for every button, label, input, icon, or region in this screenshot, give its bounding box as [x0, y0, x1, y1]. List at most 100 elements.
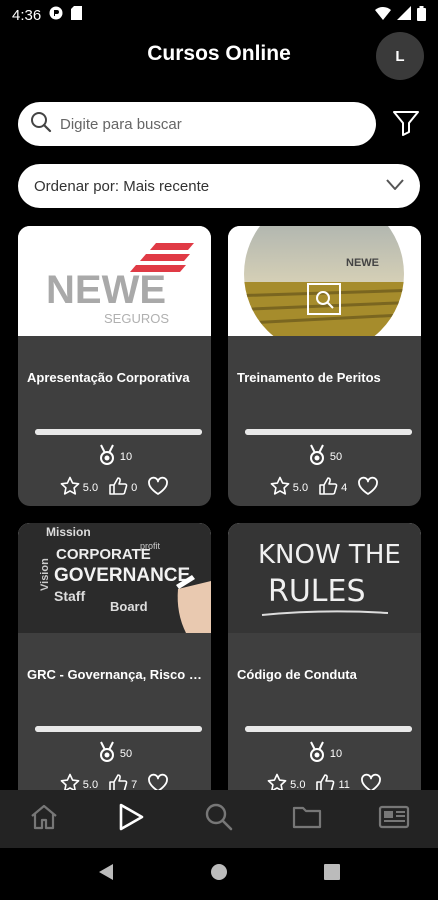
- app-header: Cursos Online L: [0, 30, 438, 82]
- star-icon: [270, 476, 290, 499]
- rating[interactable]: 5.0: [60, 476, 98, 499]
- filter-button[interactable]: [390, 108, 422, 140]
- chalk-word: KNOW THE: [258, 540, 401, 570]
- course-thumbnail-field-photo: NEWE: [228, 226, 421, 336]
- course-thumbnail-newe-logo: NEWE SEGUROS: [18, 226, 211, 336]
- search-box[interactable]: [18, 102, 376, 146]
- play-icon: [117, 802, 145, 837]
- likes-count: 0: [131, 481, 138, 494]
- rating-value: 5.0: [290, 778, 306, 791]
- search-icon: [30, 111, 52, 138]
- heart-icon: [357, 476, 379, 499]
- course-title: Apresentação Corporativa: [27, 370, 190, 385]
- nav-search[interactable]: [194, 794, 244, 844]
- heart-icon: [147, 476, 169, 499]
- course-points: 10: [228, 741, 421, 766]
- wifi-icon: [375, 6, 391, 24]
- nav-home[interactable]: [19, 794, 69, 844]
- filter-icon: [392, 108, 420, 141]
- points-value: 50: [119, 747, 133, 760]
- chalk-word: Staff: [54, 588, 85, 604]
- likes-count: 11: [338, 778, 350, 791]
- points-value: 10: [119, 450, 133, 463]
- nav-courses[interactable]: [106, 794, 156, 844]
- favorite-button[interactable]: [357, 476, 379, 499]
- star-icon: [60, 476, 80, 499]
- battery-icon: [417, 5, 426, 25]
- chalk-word: Board: [110, 599, 148, 614]
- course-card[interactable]: NEWE SEGUROS Apresentação Corporativa 10…: [18, 226, 211, 506]
- sort-select[interactable]: Ordenar por: Mais recente: [18, 164, 420, 208]
- course-progress-bar: [35, 429, 202, 435]
- points-value: 50: [329, 450, 343, 463]
- medal-icon: [307, 741, 327, 766]
- thumbs-up-icon: [318, 476, 338, 499]
- likes-count: 7: [131, 778, 138, 791]
- course-stats: 5.0 4: [228, 476, 421, 499]
- rating-value: 5.0: [82, 481, 99, 494]
- course-points: 50: [18, 741, 211, 766]
- points-value: 10: [329, 747, 343, 760]
- search-row: [18, 102, 422, 146]
- course-progress-bar: [245, 429, 412, 435]
- recents-icon[interactable]: [324, 863, 340, 885]
- favorite-button[interactable]: [147, 476, 169, 499]
- course-points: 10: [18, 444, 211, 469]
- page-title: Cursos Online: [147, 42, 291, 65]
- course-title: GRC - Governança, Risco e Compliance: [27, 667, 205, 682]
- course-thumbnail-governance-chalkboard: Mission CORPORATE GOVERNANCE Staff Board…: [18, 523, 211, 633]
- chalk-word: Mission: [46, 525, 91, 539]
- folder-icon: [292, 804, 322, 835]
- signal-icon: [397, 6, 411, 24]
- home-icon: [29, 803, 59, 836]
- like-button[interactable]: 0: [108, 476, 137, 499]
- course-points: 50: [228, 444, 421, 469]
- nav-library[interactable]: [282, 794, 332, 844]
- app-notification-icon: [49, 6, 63, 24]
- bottom-nav: [0, 790, 438, 848]
- progress-fill: [245, 726, 412, 732]
- search-input[interactable]: [60, 115, 340, 133]
- medal-icon: [97, 444, 117, 469]
- system-nav-bar: [0, 848, 438, 900]
- course-title: Treinamento de Peritos: [237, 370, 381, 385]
- sd-card-icon: [71, 6, 83, 24]
- chalk-word: profit: [140, 541, 161, 551]
- chalk-word: GOVERNANCE: [54, 565, 190, 586]
- news-icon: [378, 805, 410, 834]
- thumbs-up-icon: [108, 476, 128, 499]
- course-progress-bar: [35, 726, 202, 732]
- rating-value: 5.0: [292, 481, 309, 494]
- course-card[interactable]: Mission CORPORATE GOVERNANCE Staff Board…: [18, 523, 211, 803]
- rating[interactable]: 5.0: [270, 476, 308, 499]
- course-progress-bar: [245, 726, 412, 732]
- status-time: 4:36: [12, 6, 42, 24]
- progress-fill: [245, 429, 412, 435]
- search-icon: [204, 802, 234, 837]
- chalk-word: Vision: [39, 558, 51, 591]
- course-stats: 5.0 0: [18, 476, 211, 499]
- logo-text: NEWE: [46, 268, 166, 312]
- progress-fill: [35, 429, 202, 435]
- chevron-down-icon: [386, 178, 404, 195]
- chalk-word: CORPORATE: [56, 546, 151, 563]
- medal-icon: [97, 741, 117, 766]
- course-card[interactable]: KNOW THE RULES Código de Conduta 10 5.0 …: [228, 523, 421, 803]
- avatar[interactable]: L: [376, 32, 424, 80]
- status-bar: 4:36: [0, 0, 438, 30]
- course-title: Código de Conduta: [237, 667, 357, 682]
- avatar-initial: L: [395, 47, 405, 65]
- nav-news[interactable]: [369, 794, 419, 844]
- sort-label: Ordenar por: Mais recente: [34, 177, 210, 195]
- back-icon[interactable]: [98, 863, 114, 886]
- logo-subtext: SEGUROS: [104, 311, 169, 326]
- progress-fill: [35, 726, 202, 732]
- logo-text: NEWE: [346, 257, 379, 269]
- chalk-word: RULES: [268, 574, 366, 609]
- course-card[interactable]: NEWE Treinamento de Peritos 50 5.0 4: [228, 226, 421, 506]
- likes-count: 4: [341, 481, 348, 494]
- like-button[interactable]: 4: [318, 476, 347, 499]
- course-thumbnail-rules-chalkboard: KNOW THE RULES: [228, 523, 421, 633]
- home-circle-icon[interactable]: [210, 863, 228, 886]
- medal-icon: [307, 444, 327, 469]
